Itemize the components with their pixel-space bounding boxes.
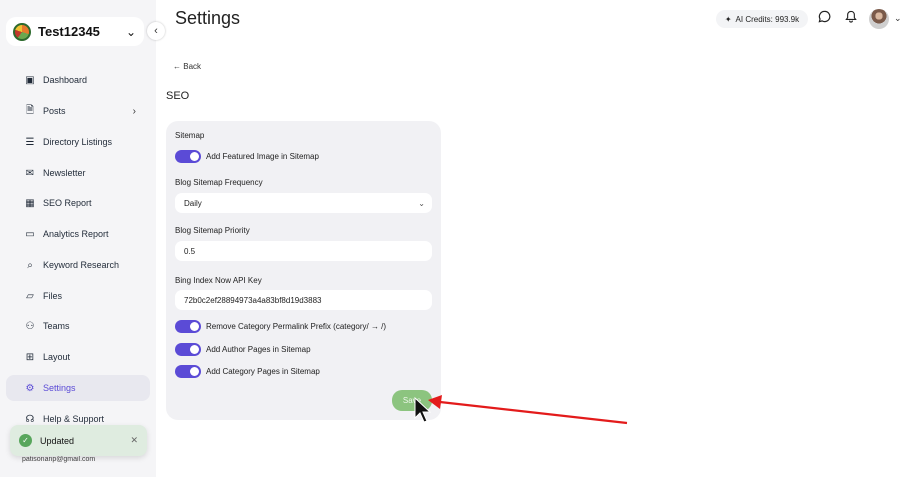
sidebar-item-label: Settings (43, 383, 76, 393)
frequency-select[interactable]: Daily ⌄ (175, 193, 432, 213)
sidebar-item-label: Newsletter (43, 168, 86, 178)
mail-icon: ✉ (25, 167, 35, 179)
frequency-value: Daily (184, 198, 202, 208)
sidebar-item-analytics-report[interactable]: ▭ Analytics Report (6, 221, 150, 247)
ai-credits-badge[interactable]: ✦ AI Credits: 993.9k (716, 10, 808, 28)
priority-input[interactable]: 0.5 (175, 241, 432, 261)
sidebar-item-label: Teams (43, 321, 70, 331)
chevron-right-icon: › (132, 105, 136, 117)
toggle-label: Add Featured Image in Sitemap (206, 152, 319, 161)
frequency-label: Blog Sitemap Frequency (175, 178, 263, 187)
chevron-down-icon[interactable]: ⌄ (894, 13, 902, 24)
sidebar-item-label: Help & Support (43, 414, 105, 424)
sidebar-item-dashboard[interactable]: ▣ Dashboard (6, 67, 150, 93)
sidebar-item-newsletter[interactable]: ✉ Newsletter (6, 160, 150, 186)
report-icon: ▦ (25, 197, 35, 209)
folder-icon: ▱ (26, 290, 34, 302)
save-button[interactable]: Save (392, 390, 432, 411)
close-icon[interactable]: ✕ (130, 435, 138, 446)
toast-text: Updated (40, 435, 75, 446)
sidebar-item-keyword-research[interactable]: ⌕ Keyword Research (6, 252, 150, 278)
ai-credits-text: AI Credits: 993.9k (735, 14, 800, 24)
gear-icon: ⚙ (25, 382, 35, 394)
workspace-name: Test12345 (38, 24, 100, 39)
arrow-left-icon: ← (173, 62, 181, 71)
sidebar-item-label: Dashboard (43, 75, 88, 85)
page-title: Settings (175, 8, 241, 28)
sidebar-item-posts[interactable]: 🗎 Posts › (6, 98, 150, 124)
category-pages-toggle[interactable] (175, 365, 201, 378)
analytics-icon: ▭ (25, 228, 35, 240)
annotation-arrow-line (439, 400, 628, 425)
featured-image-toggle[interactable] (175, 150, 201, 163)
author-pages-toggle-row: Add Author Pages in Sitemap (175, 343, 311, 356)
sidebar: Test12345 ⌄ ▣ Dashboard 🗎 Posts › ☰ Dire… (0, 0, 156, 477)
sidebar-item-label: Files (43, 291, 63, 301)
directory-icon: ☰ (25, 136, 35, 148)
workspace-logo (13, 22, 31, 41)
sidebar-item-label: Directory Listings (43, 137, 113, 147)
team-icon: ⚇ (25, 320, 35, 332)
sidebar-item-label: Layout (43, 352, 71, 362)
sidebar-item-label: SEO Report (43, 198, 92, 208)
workspace-switcher[interactable]: Test12345 ⌄ (6, 17, 144, 46)
section-title: SEO (166, 90, 190, 102)
remove-category-prefix-toggle[interactable] (175, 320, 201, 333)
sidebar-item-label: Analytics Report (43, 229, 109, 239)
avatar[interactable] (869, 9, 889, 29)
collapse-sidebar-button[interactable]: ‹ (147, 22, 165, 40)
author-pages-toggle[interactable] (175, 343, 201, 356)
chat-icon[interactable] (818, 10, 831, 26)
check-icon: ✓ (19, 434, 32, 447)
bell-icon[interactable] (845, 10, 857, 26)
chevron-down-icon: ⌄ (125, 24, 136, 39)
remove-category-prefix-toggle-row: Remove Category Permalink Prefix (catego… (175, 320, 386, 333)
sidebar-item-directory-listings[interactable]: ☰ Directory Listings (6, 129, 150, 155)
priority-value: 0.5 (184, 246, 196, 256)
user-email: patisonanp@gmail.com (22, 456, 96, 463)
headset-icon: ☊ (25, 413, 35, 425)
bing-key-label: Bing Index Now API Key (175, 276, 262, 285)
toggle-label: Remove Category Permalink Prefix (catego… (206, 322, 387, 331)
keyword-icon: ⌕ (27, 259, 33, 271)
toggle-label: Add Category Pages in Sitemap (206, 367, 320, 376)
sparkle-icon: ✦ (724, 14, 732, 24)
sidebar-item-teams[interactable]: ⚇ Teams (6, 313, 150, 339)
back-link[interactable]: ← Back (173, 62, 201, 71)
sidebar-item-seo-report[interactable]: ▦ SEO Report (6, 190, 150, 216)
chevron-down-icon: ⌄ (418, 198, 425, 208)
sidebar-item-label: Posts (43, 106, 66, 116)
toggle-label: Add Author Pages in Sitemap (206, 345, 311, 354)
sidebar-item-settings[interactable]: ⚙ Settings (6, 375, 150, 401)
bing-key-value: 72b0c2ef28894973a4a83bf8d19d3883 (184, 295, 322, 305)
category-pages-toggle-row: Add Category Pages in Sitemap (175, 365, 320, 378)
priority-label: Blog Sitemap Priority (175, 226, 250, 235)
dashboard-icon: ▣ (25, 74, 35, 86)
layout-icon: ⊞ (25, 351, 35, 363)
back-label: Back (183, 62, 202, 71)
sidebar-item-label: Keyword Research (43, 260, 120, 270)
sidebar-item-layout[interactable]: ⊞ Layout (6, 344, 150, 370)
featured-image-toggle-row: Add Featured Image in Sitemap (175, 150, 319, 163)
toast-notification: ✓ Updated ✕ (10, 425, 147, 456)
sidebar-item-files[interactable]: ▱ Files (6, 283, 150, 309)
posts-icon: 🗎 (25, 104, 35, 116)
bing-key-input[interactable]: 72b0c2ef28894973a4a83bf8d19d3883 (175, 290, 432, 310)
sitemap-label: Sitemap (175, 131, 205, 140)
